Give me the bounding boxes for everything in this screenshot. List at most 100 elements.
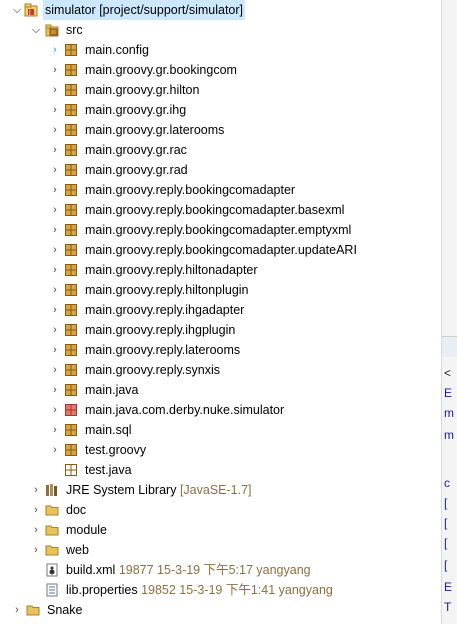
tree-item-package[interactable]: › main.groovy.reply.laterooms <box>0 340 440 360</box>
chevron-right-icon[interactable]: › <box>50 300 60 320</box>
chevron-right-icon[interactable]: › <box>50 160 60 180</box>
chevron-right-icon[interactable]: › <box>31 500 41 520</box>
chevron-right-icon[interactable]: › <box>50 260 60 280</box>
tree-item-label: main.groovy.reply.laterooms <box>85 343 241 357</box>
tree-item-label: main.groovy.reply.bookingcomadapter.upda… <box>85 243 357 257</box>
chevron-right-icon[interactable]: › <box>50 440 60 460</box>
chevron-right-icon[interactable]: › <box>31 480 41 500</box>
package-icon <box>65 84 77 96</box>
tree-item-label: build.xml 19877 15-3-19 下午5:17 yangyang <box>66 563 311 577</box>
chevron-right-icon[interactable]: › <box>50 380 60 400</box>
tree-item-package[interactable]: › main.groovy.gr.ihg <box>0 100 440 120</box>
chevron-right-icon[interactable]: › <box>50 180 60 200</box>
properties-file-icon <box>46 583 58 597</box>
tree-item-package[interactable]: test.java <box>0 460 440 480</box>
chevron-right-icon[interactable]: › <box>50 80 60 100</box>
tree-item-package[interactable]: › main.groovy.reply.bookingcomadapter.upd… <box>0 240 440 260</box>
ant-file-icon <box>46 563 58 577</box>
tree-item-package[interactable]: › main.sql <box>0 420 440 440</box>
tree-item-label: doc <box>66 503 87 517</box>
chevron-right-icon[interactable]: › <box>50 40 60 60</box>
chevron-right-icon[interactable]: › <box>12 600 22 620</box>
tree-item-src[interactable]: ⌵ src <box>0 20 440 40</box>
project-label: simulator [project/support/simulator] <box>43 0 246 20</box>
chevron-right-icon[interactable]: › <box>50 400 60 420</box>
tree-item-package[interactable]: › main.groovy.reply.bookingcomadapter.emp… <box>0 220 440 240</box>
tree-item-package[interactable]: › main.groovy.reply.bookingcomadapter.bas… <box>0 200 440 220</box>
tree-item-package[interactable]: › main.groovy.gr.laterooms <box>0 120 440 140</box>
tree-item-package[interactable]: › main.groovy.gr.rad <box>0 160 440 180</box>
chevron-right-icon[interactable]: › <box>50 240 60 260</box>
clipped-editor-text: [ <box>444 558 448 572</box>
chevron-right-icon[interactable]: › <box>50 280 60 300</box>
package-icon <box>65 424 77 436</box>
tree-item-label: main.java <box>85 383 139 397</box>
tree-item-package[interactable]: › main.java <box>0 380 440 400</box>
library-icon <box>46 484 57 496</box>
tree-item-folder-web[interactable]: › web <box>0 540 440 560</box>
chevron-right-icon[interactable]: › <box>50 60 60 80</box>
folder-icon <box>45 545 59 556</box>
tree-item-label: module <box>66 523 107 537</box>
tree-item-package[interactable]: › test.groovy <box>0 440 440 460</box>
chevron-right-icon[interactable]: › <box>50 340 60 360</box>
package-icon <box>65 244 77 256</box>
tree-item-package[interactable]: › main.java.com.derby.nuke.simulator <box>0 400 440 420</box>
folder-icon <box>45 525 59 536</box>
tree-item-folder-doc[interactable]: › doc <box>0 500 440 520</box>
chevron-right-icon[interactable]: › <box>31 540 41 560</box>
clipped-editor-text: < <box>444 366 452 380</box>
tree-item-package[interactable]: › main.groovy.reply.hiltonadapter <box>0 260 440 280</box>
chevron-right-icon[interactable]: › <box>50 140 60 160</box>
tree-item-label: web <box>66 543 89 557</box>
folder-icon <box>45 505 59 516</box>
tree-item-package[interactable]: › main.groovy.reply.synxis <box>0 360 440 380</box>
chevron-right-icon[interactable]: › <box>50 320 60 340</box>
package-icon <box>65 64 77 76</box>
chevron-right-icon[interactable]: › <box>50 100 60 120</box>
chevron-right-icon[interactable]: › <box>50 220 60 240</box>
chevron-right-icon[interactable]: › <box>50 120 60 140</box>
tree-item-label: lib.properties 19852 15-3-19 下午1:41 yang… <box>66 583 333 597</box>
package-icon <box>65 104 77 116</box>
tree-item-package[interactable]: › main.groovy.reply.ihgadapter <box>0 300 440 320</box>
tree-item-folder-module[interactable]: › module <box>0 520 440 540</box>
chevron-right-icon[interactable]: › <box>50 360 60 380</box>
package-icon <box>65 284 77 296</box>
tree-item-package[interactable]: › main.groovy.gr.rac <box>0 140 440 160</box>
chevron-right-icon[interactable]: › <box>50 420 60 440</box>
tree-item-project-snake[interactable]: › Snake <box>0 600 440 620</box>
tree-item-jre[interactable]: › JRE System Library [JavaSE-1.7] <box>0 480 440 500</box>
chevron-right-icon[interactable]: › <box>50 200 60 220</box>
package-icon <box>65 184 77 196</box>
tree-item-label: main.groovy.reply.ihgadapter <box>85 303 245 317</box>
tree-item-file-lib-properties[interactable]: lib.properties 19852 15-3-19 下午1:41 yang… <box>0 580 440 600</box>
package-icon <box>65 164 77 176</box>
tree-item-package[interactable]: › main.groovy.reply.ihgplugin <box>0 320 440 340</box>
chevron-down-icon[interactable]: ⌵ <box>12 0 22 20</box>
tree-item-label: main.sql <box>85 423 132 437</box>
clipped-editor-text: m <box>444 428 454 442</box>
tree-item-label: main.groovy.reply.bookingcomadapter <box>85 183 296 197</box>
tree-item-label: main.groovy.reply.ihgplugin <box>85 323 236 337</box>
tree-item-label: main.groovy.reply.hiltonadapter <box>85 263 258 277</box>
clipped-editor-text: c <box>444 476 450 490</box>
package-icon <box>65 264 77 276</box>
clipped-editor-text: T <box>444 600 452 614</box>
tree-item-package[interactable]: › main.groovy.reply.hiltonplugin <box>0 280 440 300</box>
tree-item-package[interactable]: › main.groovy.gr.hilton <box>0 80 440 100</box>
tree-item-file-build-xml[interactable]: build.xml 19877 15-3-19 下午5:17 yangyang <box>0 560 440 580</box>
tree-item-label: main.groovy.gr.hilton <box>85 83 200 97</box>
tree-item-package[interactable]: › main.groovy.reply.bookingcomadapter <box>0 180 440 200</box>
tree-item-package[interactable]: › main.groovy.gr.bookingcom <box>0 60 440 80</box>
project-folder-icon <box>26 605 40 616</box>
package-icon <box>65 324 77 336</box>
package-icon <box>65 304 77 316</box>
chevron-right-icon[interactable]: › <box>31 520 41 540</box>
package-icon <box>65 344 77 356</box>
panel-tab[interactable] <box>442 336 457 357</box>
tree-item-project[interactable]: ⌵ J simulator [project/support/simulator… <box>0 0 440 20</box>
chevron-down-icon[interactable]: ⌵ <box>31 20 41 40</box>
source-folder-icon <box>45 24 59 37</box>
tree-item-package[interactable]: › main.config <box>0 40 440 60</box>
